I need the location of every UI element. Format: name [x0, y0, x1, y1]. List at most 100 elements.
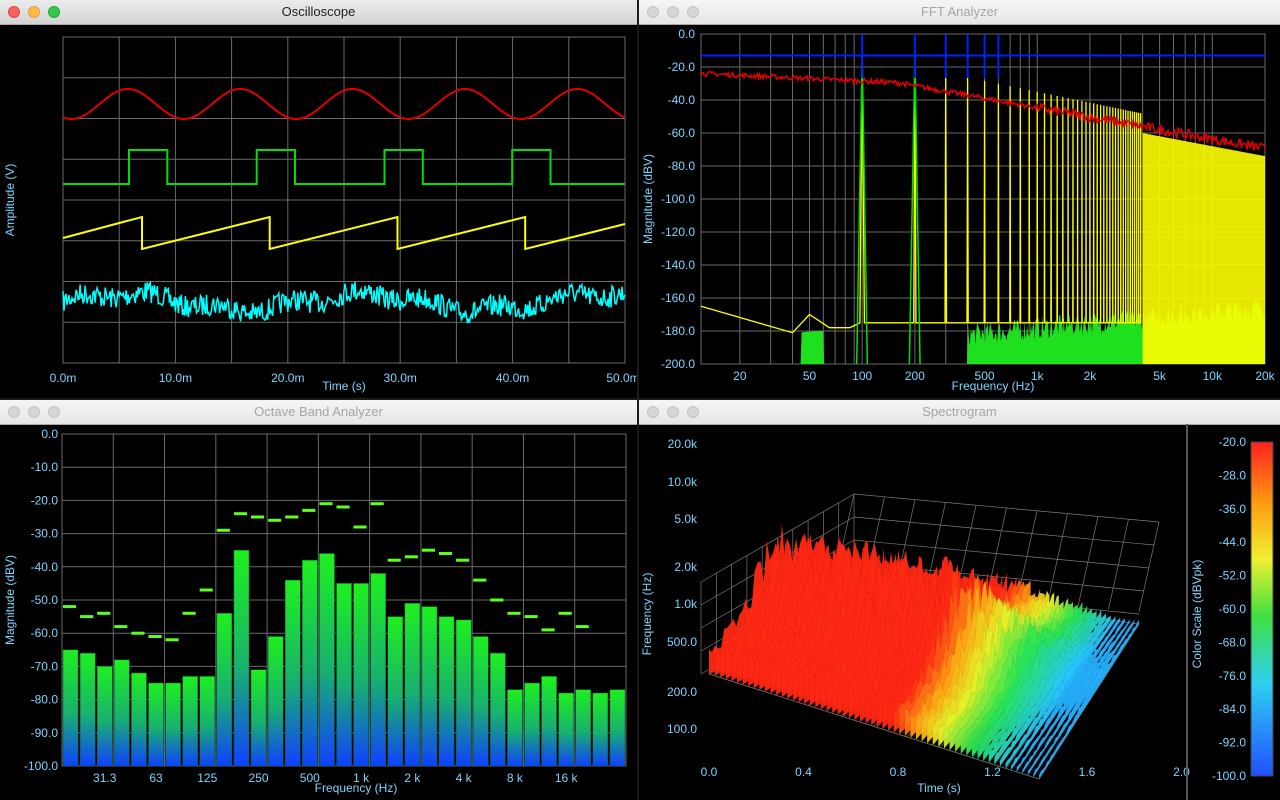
peak-hold-marker: [421, 548, 435, 552]
y-tick-label: -140.0: [661, 258, 695, 272]
band-bar: [199, 676, 216, 767]
band-bar: [490, 652, 506, 767]
close-icon[interactable]: [8, 406, 20, 418]
peak-hold-marker: [251, 515, 265, 519]
x-tick-label: 4 k: [456, 771, 473, 785]
x-tick-label: 100: [852, 369, 872, 383]
zoom-icon[interactable]: [48, 406, 60, 418]
x-tick-label: 10k: [1203, 369, 1223, 383]
close-icon[interactable]: [647, 406, 659, 418]
fft-window: FFT Analyzer 0.0 -20.0 -40.0 -60.0 -80.0 -100…: [639, 0, 1280, 398]
peak-hold-marker: [353, 525, 367, 529]
x-tick-label: 250: [249, 771, 269, 785]
y-tick-label: -70.0: [31, 659, 59, 673]
fft-titlebar[interactable]: FFT Analyzer: [639, 0, 1280, 25]
colorbar-tick-label: -28.0: [1219, 468, 1247, 482]
y-tick-label: 5.0k: [674, 512, 698, 526]
colorbar-tick-label: -20.0: [1219, 435, 1247, 449]
window-title: FFT Analyzer: [920, 4, 999, 19]
minimize-icon[interactable]: [28, 406, 40, 418]
x-tick-label: 0.0m: [50, 371, 77, 385]
peak-hold-marker: [268, 518, 282, 522]
y-axis-label: Magnitude (dBV): [641, 154, 655, 244]
peak-hold-marker: [575, 625, 589, 629]
oscilloscope-titlebar[interactable]: Oscilloscope: [0, 0, 637, 25]
peak-hold-marker: [199, 588, 213, 592]
x-axis-label: Time (s): [917, 781, 961, 795]
close-icon[interactable]: [647, 6, 659, 18]
fft-average-trace: [700, 70, 1266, 151]
band-bar: [62, 649, 79, 767]
y-tick-label: -50.0: [31, 593, 59, 607]
band-bar: [96, 666, 113, 767]
colorbar-tick-label: -76.0: [1219, 669, 1247, 683]
y-tick-label: -120.0: [661, 225, 695, 239]
minimize-icon[interactable]: [28, 6, 40, 18]
peak-hold-marker: [558, 611, 572, 615]
y-tick-label: -10.0: [31, 460, 59, 474]
octave-chart[interactable]: 0.0 -10.0 -20.0 -30.0 -40.0 -50.0 -60.0 -70.0 -8…: [0, 424, 637, 800]
y-tick-label: -20.0: [668, 60, 696, 74]
band-bar: [370, 573, 386, 767]
zoom-icon[interactable]: [48, 6, 60, 18]
y-tick-label: -160.0: [661, 291, 695, 305]
band-bar: [182, 676, 198, 767]
x-axis-label: Frequency (Hz): [315, 781, 398, 795]
x-tick-label: 50.0m: [606, 371, 637, 385]
peak-hold-marker: [63, 605, 77, 609]
y-tick-label: -200.0: [661, 357, 695, 371]
peak-hold-marker: [387, 558, 401, 562]
x-tick-label: 200: [905, 369, 925, 383]
band-bar: [387, 616, 404, 767]
y-tick-label: -20.0: [31, 493, 59, 507]
x-tick-label: 5k: [1153, 369, 1167, 383]
peak-hold-marker: [216, 528, 230, 532]
fft-chart[interactable]: 0.0 -20.0 -40.0 -60.0 -80.0 -100.0 -120.0 -140.…: [639, 24, 1280, 398]
band-bar: [319, 553, 335, 767]
y-tick-label: -100.0: [661, 192, 695, 206]
peak-hold-marker: [524, 615, 538, 619]
colorbar-label: Color Scale (dBVpk): [1190, 560, 1204, 669]
peak-hold-marker: [507, 611, 521, 615]
colorbar-tick-label: -60.0: [1219, 602, 1247, 616]
y-tick-label: 2.0k: [674, 560, 698, 574]
spectrogram-titlebar[interactable]: Spectrogram: [639, 400, 1280, 425]
spectrogram-chart[interactable]: 20.0k 10.0k 5.0k 2.0k 1.0k 500.0 200.0 100.0 Fre…: [639, 424, 1280, 800]
peak-hold-marker: [439, 552, 453, 555]
band-bar: [216, 613, 233, 767]
window-title: Oscilloscope: [281, 4, 356, 19]
oscilloscope-chart[interactable]: 0.0m 10.0m 20.0m 30.0m 40.0m 50.0m Time (s) Amp…: [0, 24, 637, 398]
band-bar: [558, 692, 574, 767]
octave-titlebar[interactable]: Octave Band Analyzer: [0, 400, 637, 425]
zoom-icon[interactable]: [687, 6, 699, 18]
band-bar: [575, 689, 592, 767]
close-icon[interactable]: [8, 6, 20, 18]
y-tick-label: -40.0: [668, 93, 696, 107]
band-bar: [336, 583, 352, 767]
peak-hold-marker: [370, 502, 384, 506]
band-bar: [421, 606, 438, 767]
band-bar: [609, 689, 626, 767]
x-tick-label: 2k: [1084, 369, 1098, 383]
band-bar: [165, 682, 181, 767]
peak-hold-marker: [114, 625, 128, 629]
x-tick-label: 20.0m: [271, 371, 304, 385]
zoom-icon[interactable]: [687, 406, 699, 418]
minimize-icon[interactable]: [667, 406, 679, 418]
band-bar: [455, 619, 472, 767]
y-tick-label: -40.0: [31, 560, 59, 574]
y-axis-label: Frequency (Hz): [640, 573, 654, 656]
y-axis-label: Amplitude (V): [3, 164, 17, 237]
y-tick-label: -80.0: [31, 693, 59, 707]
octave-window: Octave Band Analyzer 0.0 -10.0 -20.0 -30.0 -…: [0, 400, 637, 800]
minimize-icon[interactable]: [667, 6, 679, 18]
fft-dense-harmonics: [1142, 133, 1265, 364]
y-tick-label: 1.0k: [674, 597, 698, 611]
band-bar: [592, 692, 609, 767]
band-bar: [267, 636, 284, 767]
peak-hold-marker: [473, 578, 487, 582]
x-tick-label: 1.2: [984, 765, 1001, 779]
y-tick-label: -60.0: [668, 126, 696, 140]
band-bar: [148, 682, 164, 767]
band-bar: [250, 669, 267, 767]
